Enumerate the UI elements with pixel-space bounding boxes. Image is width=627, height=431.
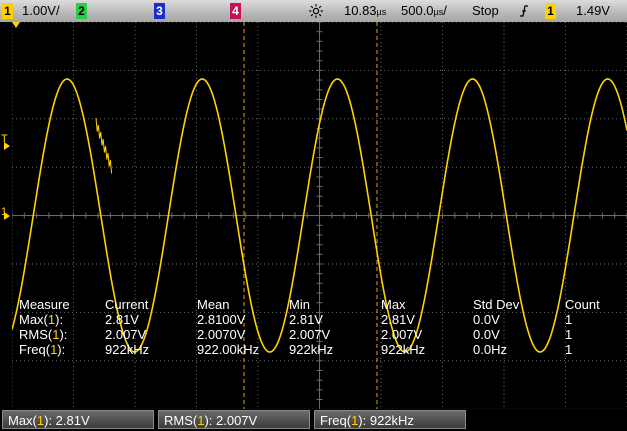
measurement-bar: Max(1): 2.81V RMS(1): 2.007V Freq(1): 92… <box>0 409 627 431</box>
trigger-edge-icon[interactable] <box>518 0 530 22</box>
trigger-level[interactable]: 1.49V <box>576 0 610 22</box>
ground-arrow-icon <box>4 212 10 220</box>
measure-min: 922kHz <box>289 342 334 357</box>
header-min: Min <box>289 297 310 312</box>
trigger-source-badge[interactable]: 1 <box>545 3 556 19</box>
channel-4-badge[interactable]: 4 <box>230 3 241 19</box>
header-max: Max <box>381 297 406 312</box>
readout-freq[interactable]: Freq(1): 922kHz <box>314 410 466 429</box>
measure-label: Max(1): <box>19 312 64 327</box>
timebase-scale[interactable]: 500.0µs/ <box>401 0 447 22</box>
trace-glitch <box>95 117 113 174</box>
measure-min: 2.007V <box>289 327 331 342</box>
measure-count: 1 <box>565 327 573 342</box>
measure-min: 2.81V <box>289 312 323 327</box>
measure-mean: 2.0070V <box>197 327 246 342</box>
measure-current: 2.007V <box>105 327 147 342</box>
header-count: Count <box>565 297 600 312</box>
measure-mean: 2.8100V <box>197 312 246 327</box>
measure-max: 922kHz <box>381 342 426 357</box>
sun-icon[interactable] <box>308 0 324 22</box>
measure-current: 2.81V <box>105 312 139 327</box>
trigger-arrow-icon <box>4 142 10 150</box>
header-current: Current <box>105 297 149 312</box>
measure-current: 922kHz <box>105 342 150 357</box>
measure-stddev: 0.0V <box>473 327 500 342</box>
header-mean: Mean <box>197 297 230 312</box>
channel-1-badge[interactable]: 1 <box>2 3 13 19</box>
delay-marker-icon <box>12 22 20 28</box>
measure-stddev: 0.0Hz <box>473 342 507 357</box>
measure-max: 2.81V <box>381 312 415 327</box>
header-measure: Measure <box>19 297 70 312</box>
channel-2-badge[interactable]: 2 <box>76 3 87 19</box>
measure-count: 1 <box>565 312 573 327</box>
readout-rms[interactable]: RMS(1): 2.007V <box>158 410 310 429</box>
channel-3-badge[interactable]: 3 <box>154 3 165 19</box>
measure-count: 1 <box>565 342 573 357</box>
measure-label: Freq(1): <box>19 342 66 357</box>
readout-max[interactable]: Max(1): 2.81V <box>2 410 154 429</box>
measure-mean: 922.00kHz <box>197 342 260 357</box>
channel-1-scale[interactable]: 1.00V/ <box>22 0 60 22</box>
measure-label: RMS(1): <box>19 327 68 342</box>
header-stddev: Std Dev <box>473 297 520 312</box>
measure-stddev: 0.0V <box>473 312 500 327</box>
status-bar: 1 1.00V/ 2 3 4 10.83µs 500.0µs/ Stop 1 1… <box>0 0 627 22</box>
run-state[interactable]: Stop <box>472 0 499 22</box>
measure-max: 2.007V <box>381 327 423 342</box>
horizontal-delay[interactable]: 10.83µs <box>344 0 386 22</box>
